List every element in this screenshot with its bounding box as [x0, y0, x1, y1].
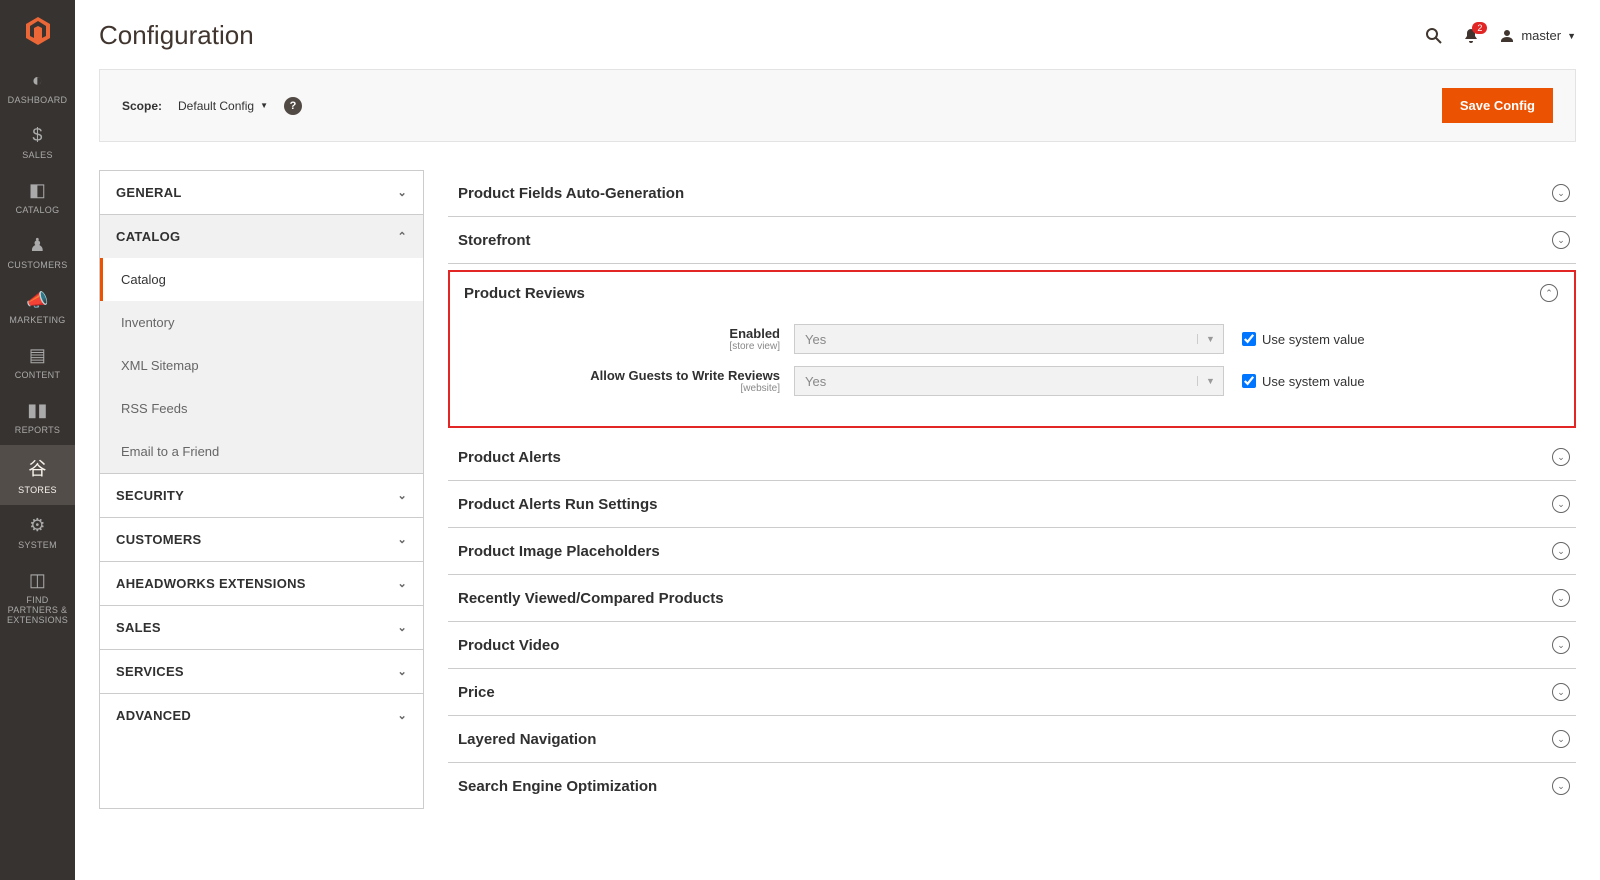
config-group-advanced[interactable]: ADVANCED⌄	[100, 694, 423, 737]
layout-icon: ▤	[29, 345, 46, 366]
nav-reports[interactable]: ▮▮REPORTS	[0, 390, 75, 445]
section-layered-nav[interactable]: Layered Navigation⌄	[448, 716, 1576, 763]
scope-label: Scope:	[122, 99, 162, 113]
person-icon: ♟	[29, 235, 45, 256]
nav-stores[interactable]: ⾕STORES	[0, 445, 75, 505]
field-allow-guests: Allow Guests to Write Reviews [website] …	[464, 366, 1560, 396]
config-group-services[interactable]: SERVICES⌄	[100, 650, 423, 694]
chevron-down-icon: ⌄	[397, 709, 407, 722]
section-price[interactable]: Price⌄	[448, 669, 1576, 716]
megaphone-icon: 📣	[26, 290, 49, 311]
admin-sidebar: ◐DASHBOARD $SALES ◧CATALOG ♟CUSTOMERS 📣M…	[0, 0, 75, 880]
expand-icon: ⌄	[1552, 184, 1570, 202]
logo[interactable]	[0, 0, 75, 60]
section-product-video[interactable]: Product Video⌄	[448, 622, 1576, 669]
expand-icon: ⌄	[1552, 542, 1570, 560]
section-product-reviews: Product Reviews ⌃ Enabled [store view] Y…	[448, 270, 1576, 428]
enabled-select[interactable]: Yes ▼	[794, 324, 1224, 354]
config-item-catalog[interactable]: Catalog	[100, 258, 423, 301]
allow-guests-select[interactable]: Yes ▼	[794, 366, 1224, 396]
nav-customers[interactable]: ♟CUSTOMERS	[0, 225, 75, 280]
config-group-sales[interactable]: SALES⌄	[100, 606, 423, 650]
config-group-customers[interactable]: CUSTOMERS⌄	[100, 518, 423, 562]
config-item-rss-feeds[interactable]: RSS Feeds	[100, 387, 423, 430]
config-side-nav: GENERAL⌄ CATALOG⌃ Catalog Inventory XML …	[99, 170, 424, 809]
store-icon: ⾕	[28, 455, 46, 481]
chevron-down-icon: ⌄	[397, 186, 407, 199]
expand-icon: ⌄	[1552, 231, 1570, 249]
notifications-icon[interactable]: 2	[1463, 28, 1479, 44]
chevron-down-icon: ⌄	[397, 621, 407, 634]
chevron-down-icon: ⌄	[397, 577, 407, 590]
field-enabled: Enabled [store view] Yes ▼ Use system va…	[464, 324, 1560, 354]
section-seo[interactable]: Search Engine Optimization⌄	[448, 763, 1576, 809]
use-system-enabled[interactable]: Use system value	[1242, 332, 1365, 347]
section-product-alerts-run[interactable]: Product Alerts Run Settings⌄	[448, 481, 1576, 528]
section-product-alerts[interactable]: Product Alerts⌄	[448, 434, 1576, 481]
nav-marketing[interactable]: 📣MARKETING	[0, 280, 75, 335]
notif-badge: 2	[1472, 22, 1487, 34]
expand-icon: ⌄	[1552, 777, 1570, 795]
section-image-placeholders[interactable]: Product Image Placeholders⌄	[448, 528, 1576, 575]
user-menu[interactable]: master ▼	[1499, 28, 1576, 44]
collapse-icon: ⌃	[1540, 284, 1558, 302]
use-system-checkbox[interactable]	[1242, 374, 1256, 388]
chevron-down-icon: ▼	[1197, 376, 1223, 386]
page-title: Configuration	[99, 20, 254, 51]
config-group-aheadworks[interactable]: AHEADWORKS EXTENSIONS⌄	[100, 562, 423, 606]
gear-icon: ⚙	[29, 515, 45, 536]
use-system-checkbox[interactable]	[1242, 332, 1256, 346]
help-icon[interactable]: ?	[284, 97, 302, 115]
chevron-up-icon: ⌃	[397, 230, 407, 243]
nav-dashboard[interactable]: ◐DASHBOARD	[0, 60, 75, 115]
chevron-down-icon: ⌄	[397, 665, 407, 678]
user-icon	[1499, 28, 1515, 44]
chevron-down-icon: ⌄	[397, 533, 407, 546]
partners-icon: ◫	[29, 570, 46, 591]
config-group-general[interactable]: GENERAL⌄	[100, 171, 423, 215]
expand-icon: ⌄	[1552, 589, 1570, 607]
config-item-xml-sitemap[interactable]: XML Sitemap	[100, 344, 423, 387]
expand-icon: ⌄	[1552, 636, 1570, 654]
config-item-email-friend[interactable]: Email to a Friend	[100, 430, 423, 473]
save-config-button[interactable]: Save Config	[1442, 88, 1553, 123]
chevron-down-icon: ▼	[1567, 31, 1576, 41]
expand-icon: ⌄	[1552, 448, 1570, 466]
config-group-security[interactable]: SECURITY⌄	[100, 474, 423, 518]
dollar-icon: $	[32, 125, 42, 146]
nav-sales[interactable]: $SALES	[0, 115, 75, 170]
box-icon: ◧	[29, 180, 46, 201]
nav-partners[interactable]: ◫FIND PARTNERS & EXTENSIONS	[0, 560, 75, 635]
chevron-down-icon: ▼	[260, 101, 268, 110]
scope-bar: Scope: Default Config ▼ ? Save Config	[99, 69, 1576, 142]
config-group-catalog: CATALOG⌃ Catalog Inventory XML Sitemap R…	[100, 215, 423, 474]
section-recently-viewed[interactable]: Recently Viewed/Compared Products⌄	[448, 575, 1576, 622]
bars-icon: ▮▮	[27, 400, 47, 421]
nav-catalog[interactable]: ◧CATALOG	[0, 170, 75, 225]
expand-icon: ⌄	[1552, 683, 1570, 701]
gauge-icon: ◐	[32, 70, 43, 91]
chevron-down-icon: ⌄	[397, 489, 407, 502]
section-product-fields-auto[interactable]: Product Fields Auto-Generation⌄	[448, 170, 1576, 217]
config-panel: Product Fields Auto-Generation⌄ Storefro…	[448, 170, 1576, 809]
expand-icon: ⌄	[1552, 495, 1570, 513]
scope-selector[interactable]: Default Config ▼	[178, 99, 268, 113]
config-item-inventory[interactable]: Inventory	[100, 301, 423, 344]
nav-system[interactable]: ⚙SYSTEM	[0, 505, 75, 560]
use-system-guests[interactable]: Use system value	[1242, 374, 1365, 389]
search-icon[interactable]	[1425, 27, 1443, 45]
section-storefront[interactable]: Storefront⌄	[448, 217, 1576, 264]
expand-icon: ⌄	[1552, 730, 1570, 748]
chevron-down-icon: ▼	[1197, 334, 1223, 344]
nav-content[interactable]: ▤CONTENT	[0, 335, 75, 390]
main-content: Configuration 2 master ▼ Scope:	[75, 0, 1600, 880]
